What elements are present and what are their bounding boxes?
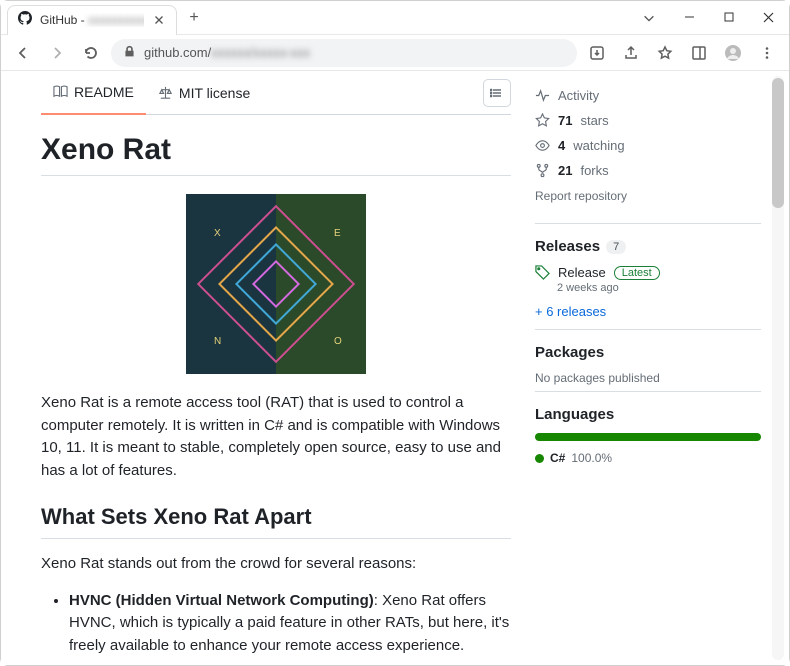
svg-text:O: O <box>334 336 342 347</box>
law-icon <box>158 85 173 100</box>
latest-release-link[interactable]: Release Latest <box>535 265 761 280</box>
tab-label: README <box>74 84 134 100</box>
address-bar[interactable]: github.com/xxxxxx/xxxxx-xxx <box>111 39 577 67</box>
svg-text:E: E <box>334 228 341 239</box>
stars-link[interactable]: 71 stars <box>535 108 761 133</box>
standout-paragraph: Xeno Rat stands out from the crowd for s… <box>41 553 511 576</box>
tab-license[interactable]: MIT license <box>146 71 262 115</box>
github-icon <box>18 11 32 30</box>
lang-color-dot <box>535 454 544 463</box>
install-icon[interactable] <box>583 39 611 67</box>
tab-title: GitHub - xxxxxxxxxxxx X <box>40 13 144 27</box>
readme-tabs: README MIT license <box>41 71 511 115</box>
back-button[interactable] <box>9 39 37 67</box>
language-csharp[interactable]: C# 100.0% <box>535 451 761 465</box>
reload-button[interactable] <box>77 39 105 67</box>
activity-link[interactable]: Activity <box>535 83 761 108</box>
page-title: Xeno Rat <box>41 133 511 176</box>
forward-button[interactable] <box>43 39 71 67</box>
fork-icon <box>535 163 550 178</box>
profile-icon[interactable] <box>719 39 747 67</box>
pulse-icon <box>535 88 550 103</box>
latest-badge: Latest <box>614 266 660 280</box>
menu-icon[interactable] <box>753 39 781 67</box>
close-tab-icon[interactable] <box>152 13 166 27</box>
tab-label: MIT license <box>179 85 250 101</box>
language-bar[interactable] <box>535 433 761 441</box>
sidepanel-icon[interactable] <box>685 39 713 67</box>
svg-text:N: N <box>214 336 221 347</box>
share-icon[interactable] <box>617 39 645 67</box>
lock-icon <box>123 45 136 61</box>
report-repo-link[interactable]: Report repository <box>535 183 761 217</box>
star-icon <box>535 113 550 128</box>
more-releases-link[interactable]: + 6 releases <box>535 294 761 323</box>
url-text: github.com/xxxxxx/xxxxx-xxx <box>144 45 310 60</box>
bookmark-icon[interactable] <box>651 39 679 67</box>
tab-readme[interactable]: README <box>41 71 146 115</box>
languages-heading: Languages <box>535 406 761 423</box>
new-tab-button[interactable]: + <box>183 7 205 29</box>
window-titlebar: GitHub - xxxxxxxxxxxx X + <box>1 1 789 35</box>
forks-link[interactable]: 21 forks <box>535 158 761 183</box>
minimize-button[interactable] <box>669 3 709 33</box>
maximize-button[interactable] <box>709 3 749 33</box>
watching-link[interactable]: 4 watching <box>535 133 761 158</box>
releases-count: 7 <box>606 240 626 254</box>
no-packages-text: No packages published <box>535 371 761 385</box>
repo-sidebar: Activity 71 stars 4 watching 21 forks Re… <box>529 71 789 665</box>
tab-overflow-icon[interactable] <box>629 3 669 33</box>
hero-image: X E N O <box>41 194 511 374</box>
tag-icon <box>535 265 550 280</box>
section-heading: What Sets Xeno Rat Apart <box>41 504 511 539</box>
browser-toolbar: github.com/xxxxxx/xxxxx-xxx <box>1 35 789 71</box>
intro-paragraph: Xeno Rat is a remote access tool (RAT) t… <box>41 392 511 482</box>
feature-list: HVNC (Hidden Virtual Network Computing):… <box>41 590 511 666</box>
book-icon <box>53 84 68 99</box>
svg-text:X: X <box>214 228 221 239</box>
scrollbar-thumb[interactable] <box>772 78 784 208</box>
release-date: 2 weeks ago <box>557 282 761 294</box>
packages-heading[interactable]: Packages <box>535 344 761 361</box>
readme-panel: README MIT license Xeno Rat X E N O Xeno… <box>1 71 529 665</box>
toc-button[interactable] <box>483 79 511 107</box>
eye-icon <box>535 138 550 153</box>
releases-heading[interactable]: Releases 7 <box>535 238 761 255</box>
close-window-button[interactable] <box>749 3 789 33</box>
browser-tab[interactable]: GitHub - xxxxxxxxxxxx X <box>7 5 177 35</box>
list-item: HVNC (Hidden Virtual Network Computing):… <box>69 590 511 658</box>
